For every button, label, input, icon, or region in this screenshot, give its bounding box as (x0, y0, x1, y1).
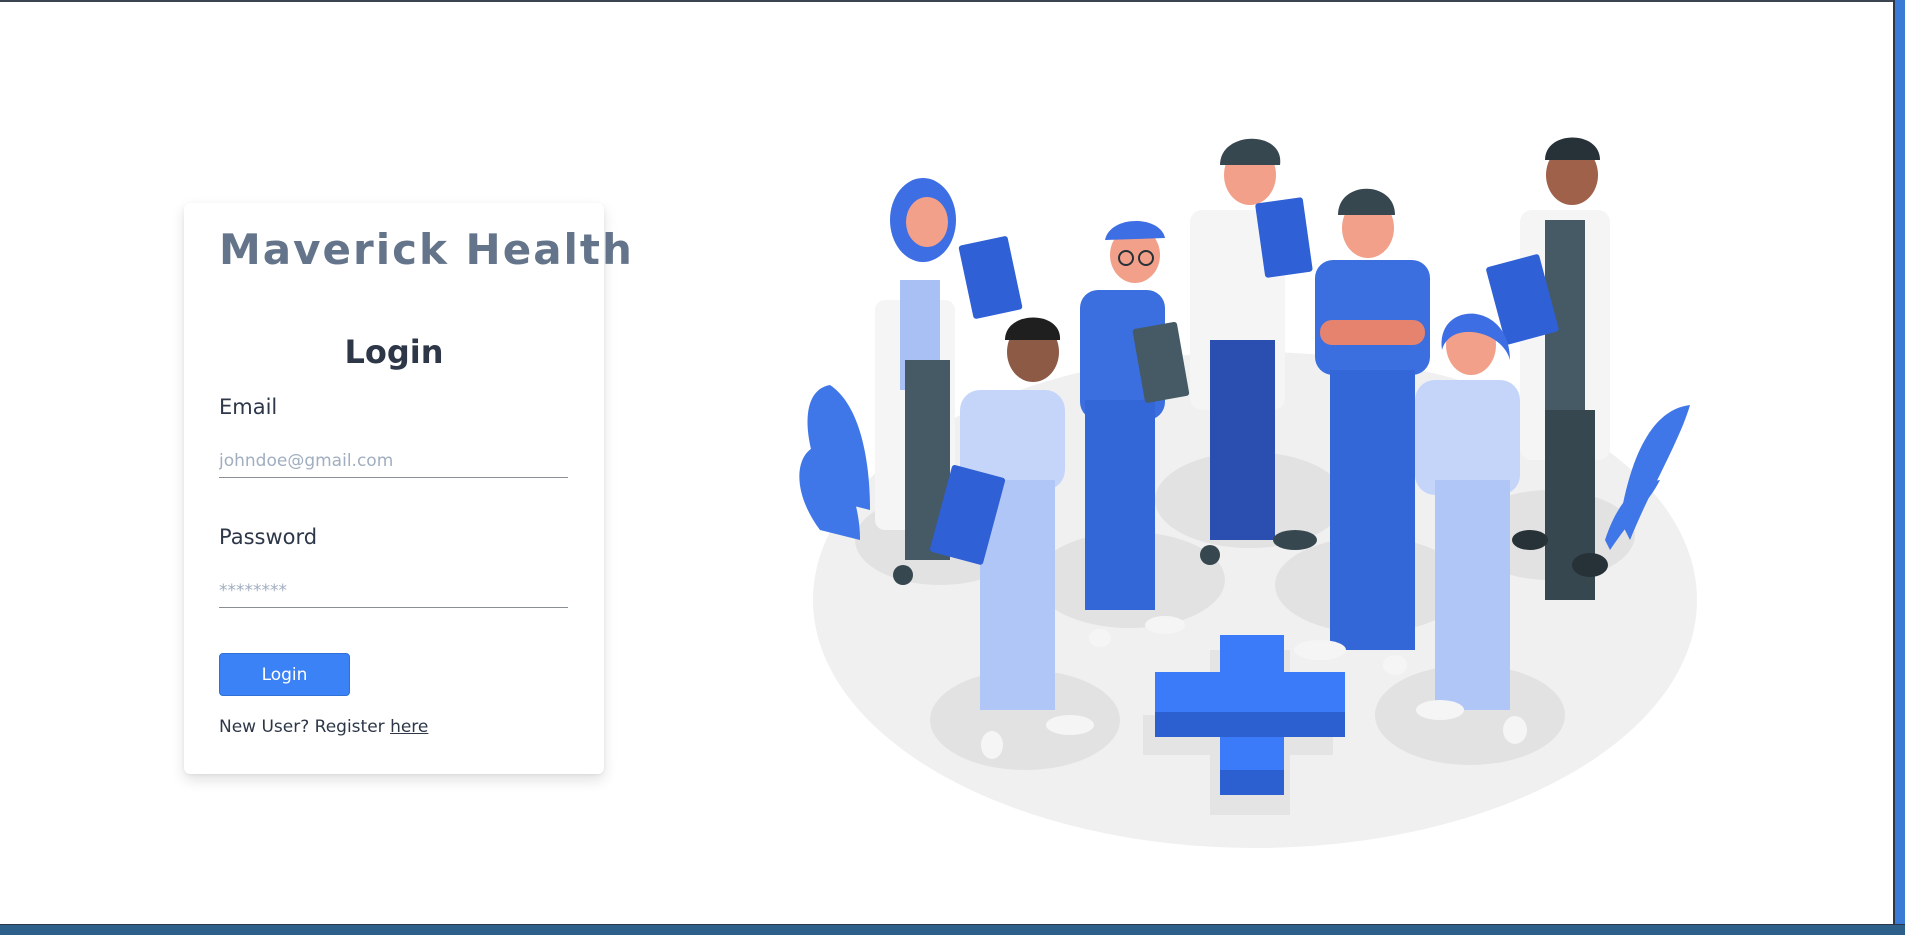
register-link[interactable]: here (390, 717, 428, 737)
password-label: Password (219, 525, 318, 549)
register-prompt: New User? Register here (219, 717, 428, 737)
window-top-border (0, 0, 1905, 2)
login-button[interactable]: Login (219, 653, 350, 696)
window-right-edge (1895, 0, 1905, 935)
login-card: Maverick Health Login Email Password Log… (184, 203, 632, 774)
email-field[interactable] (219, 445, 568, 478)
brand-name: Maverick Health (219, 225, 634, 274)
form-title: Login (344, 333, 444, 371)
register-prompt-text: New User? Register (219, 717, 385, 737)
email-label: Email (219, 395, 278, 419)
password-field[interactable] (219, 575, 568, 608)
window-bottom-edge (0, 925, 1905, 935)
medical-team-illustration (799, 137, 1697, 848)
